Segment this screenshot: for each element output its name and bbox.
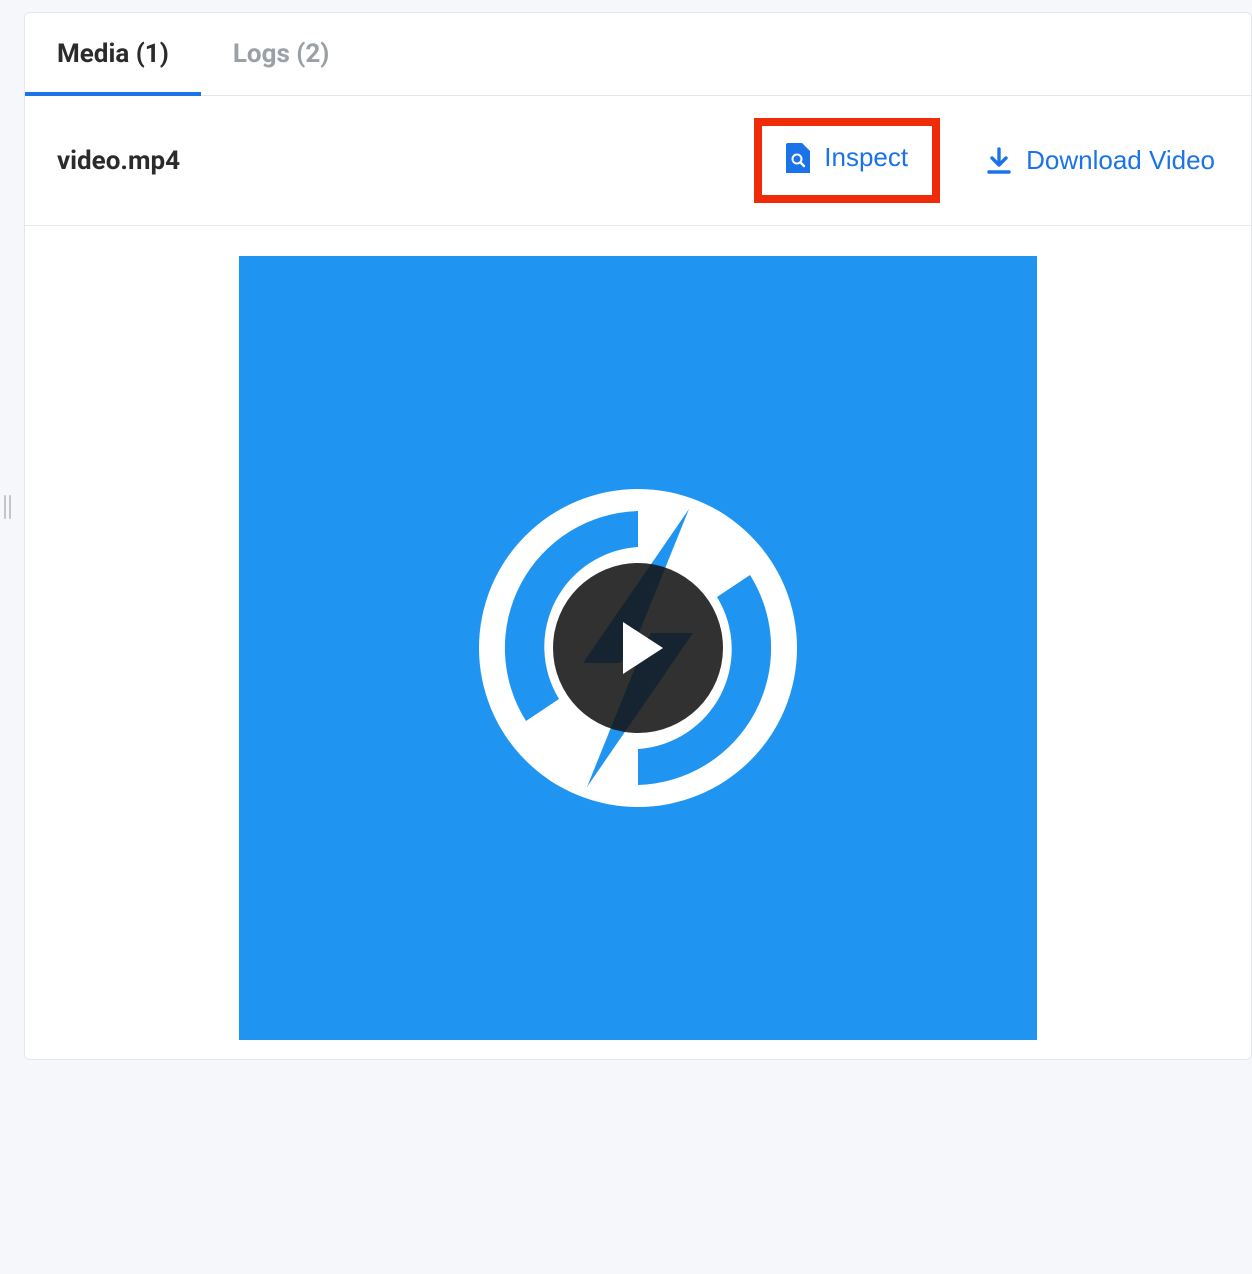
inspect-button[interactable]: Inspect [782, 134, 912, 181]
tab-media-label: Media (1) [57, 39, 169, 69]
inspect-highlight: Inspect [754, 118, 940, 203]
tab-media[interactable]: Media (1) [53, 13, 173, 95]
resize-handle[interactable] [4, 495, 14, 525]
file-name: video.mp4 [57, 146, 180, 176]
play-icon [613, 622, 663, 674]
inspect-label: Inspect [824, 142, 908, 173]
download-icon [986, 147, 1012, 175]
inspect-file-icon [786, 143, 810, 173]
media-panel: Media (1) Logs (2) video.mp4 Inspect [24, 12, 1252, 1060]
file-row: video.mp4 Inspect [25, 96, 1251, 226]
tabs: Media (1) Logs (2) [25, 13, 1251, 96]
download-video-button[interactable]: Download Video [982, 137, 1219, 184]
tab-logs-label: Logs (2) [233, 39, 330, 69]
play-button[interactable] [553, 563, 723, 733]
tab-logs[interactable]: Logs (2) [229, 13, 334, 95]
video-preview-area [25, 226, 1251, 1040]
file-actions: Inspect Download Video [754, 118, 1219, 203]
video-thumbnail[interactable] [239, 256, 1037, 1040]
download-label: Download Video [1026, 145, 1215, 176]
